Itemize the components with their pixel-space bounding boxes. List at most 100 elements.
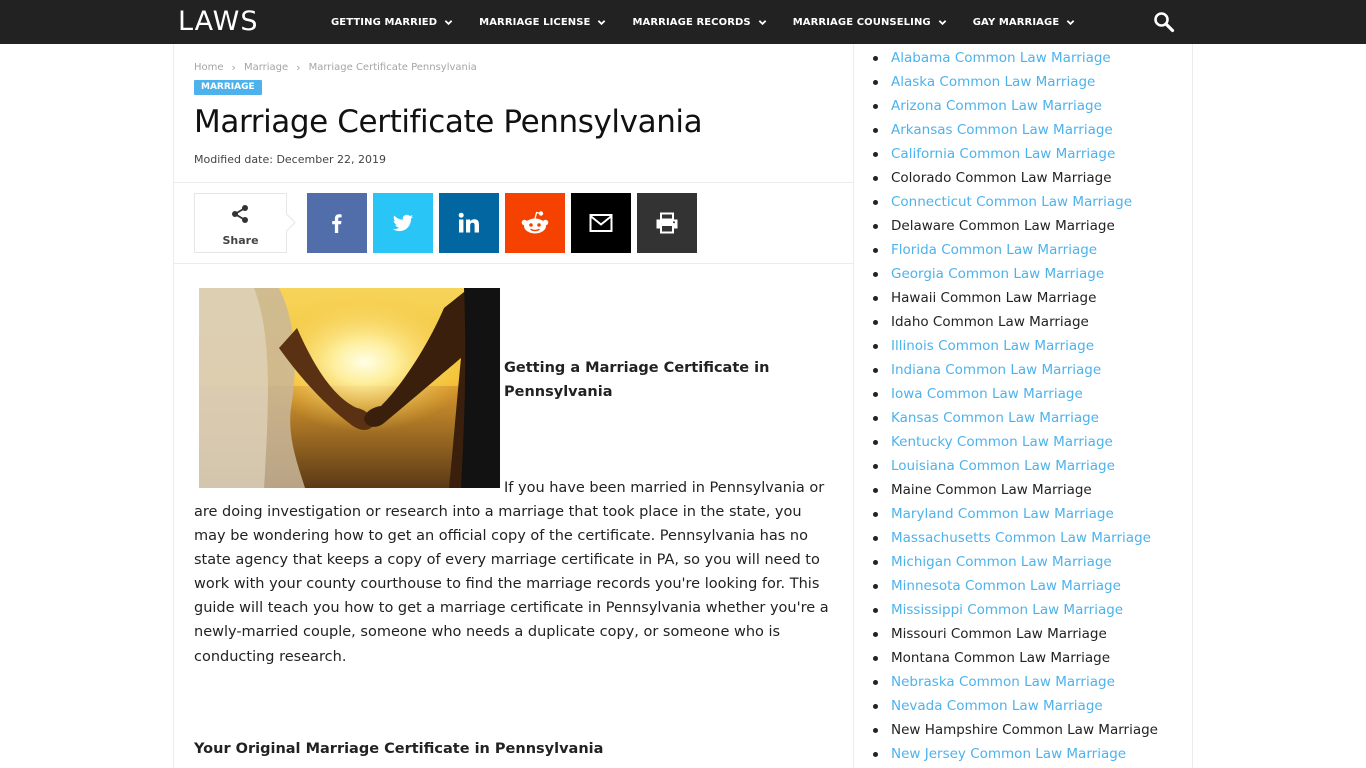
sidebar-state-item: Missouri Common Law Marriage	[872, 622, 1158, 646]
sidebar-state-item[interactable]: Iowa Common Law Marriage	[872, 382, 1158, 406]
nav-item-getting-married[interactable]: GETTING MARRIED	[331, 17, 453, 28]
share-label: Share	[222, 234, 259, 247]
facebook-share-button[interactable]	[307, 193, 367, 253]
breadcrumb-marriage[interactable]: Marriage	[244, 62, 288, 73]
bullet-icon	[873, 104, 878, 109]
state-label: Idaho Common Law Marriage	[891, 314, 1089, 330]
state-link[interactable]: Alabama Common Law Marriage	[891, 50, 1111, 66]
state-link[interactable]: Georgia Common Law Marriage	[891, 266, 1104, 282]
sidebar-state-item: New Hampshire Common Law Marriage	[872, 718, 1158, 742]
state-link[interactable]: Illinois Common Law Marriage	[891, 338, 1094, 354]
chevron-down-icon	[938, 19, 947, 25]
sidebar-state-item[interactable]: Minnesota Common Law Marriage	[872, 574, 1158, 598]
sidebar-state-item[interactable]: Michigan Common Law Marriage	[872, 550, 1158, 574]
state-link[interactable]: Louisiana Common Law Marriage	[891, 458, 1115, 474]
state-link[interactable]: Maryland Common Law Marriage	[891, 506, 1114, 522]
state-link[interactable]: Mississippi Common Law Marriage	[891, 602, 1123, 618]
sidebar-state-item[interactable]: New Jersey Common Law Marriage	[872, 742, 1158, 766]
bullet-icon	[873, 56, 878, 61]
sidebar-state-item[interactable]: Illinois Common Law Marriage	[872, 334, 1158, 358]
sidebar-state-item[interactable]: Georgia Common Law Marriage	[872, 262, 1158, 286]
sidebar-state-item[interactable]: Alaska Common Law Marriage	[872, 70, 1158, 94]
sidebar-state-item[interactable]: Nevada Common Law Marriage	[872, 694, 1158, 718]
state-label: Missouri Common Law Marriage	[891, 626, 1107, 642]
sidebar-state-item[interactable]: Florida Common Law Marriage	[872, 238, 1158, 262]
reddit-share-button[interactable]	[505, 193, 565, 253]
facebook-icon	[332, 214, 342, 233]
printer-icon	[656, 212, 678, 234]
category-badge[interactable]: MARRIAGE	[194, 80, 262, 95]
state-link[interactable]: Arizona Common Law Marriage	[891, 98, 1102, 114]
sidebar-state-item[interactable]: Kansas Common Law Marriage	[872, 406, 1158, 430]
bullet-icon	[873, 152, 878, 157]
state-label: Delaware Common Law Marriage	[891, 218, 1115, 234]
sidebar-state-item[interactable]: Indiana Common Law Marriage	[872, 358, 1158, 382]
site-logo[interactable]: LAWS	[178, 6, 259, 37]
search-icon[interactable]	[1153, 11, 1175, 33]
nav-item-marriage-counseling[interactable]: MARRIAGE COUNSELING	[793, 17, 947, 28]
sidebar-state-item[interactable]: Massachusetts Common Law Marriage	[872, 526, 1158, 550]
bullet-icon	[873, 416, 878, 421]
bullet-icon	[873, 584, 878, 589]
sidebar-state-item[interactable]: Kentucky Common Law Marriage	[872, 430, 1158, 454]
chevron-down-icon	[598, 19, 606, 25]
state-label: New Hampshire Common Law Marriage	[891, 722, 1158, 738]
article-intro-first-line: If you have been married in Pennsylvania…	[504, 480, 825, 496]
state-link[interactable]: Michigan Common Law Marriage	[891, 554, 1112, 570]
linkedin-share-button[interactable]	[439, 193, 499, 253]
state-link[interactable]: Nevada Common Law Marriage	[891, 698, 1103, 714]
section-heading: Your Original Marriage Certificate in Pe…	[194, 741, 604, 757]
bullet-icon	[873, 680, 878, 685]
state-link[interactable]: Iowa Common Law Marriage	[891, 386, 1083, 402]
sidebar-state-item[interactable]: Maryland Common Law Marriage	[872, 502, 1158, 526]
twitter-share-button[interactable]	[373, 193, 433, 253]
state-link[interactable]: Minnesota Common Law Marriage	[891, 578, 1121, 594]
nav-item-label: MARRIAGE LICENSE	[479, 16, 591, 28]
state-link[interactable]: Kentucky Common Law Marriage	[891, 434, 1113, 450]
bullet-icon	[873, 224, 878, 229]
share-icon	[232, 205, 248, 223]
bullet-icon	[873, 128, 878, 133]
sidebar: Alabama Common Law Marriage Alaska Common…	[854, 44, 1193, 768]
nav-item-marriage-license[interactable]: MARRIAGE LICENSE	[479, 17, 606, 28]
state-link[interactable]: New Jersey Common Law Marriage	[891, 746, 1126, 762]
breadcrumb-current: Marriage Certificate Pennsylvania	[308, 62, 477, 73]
state-link[interactable]: Arkansas Common Law Marriage	[891, 122, 1113, 138]
sidebar-state-item[interactable]: Arkansas Common Law Marriage	[872, 118, 1158, 142]
sidebar-state-item[interactable]: California Common Law Marriage	[872, 142, 1158, 166]
state-label: Montana Common Law Marriage	[891, 650, 1111, 666]
sidebar-state-item[interactable]: Connecticut Common Law Marriage	[872, 190, 1158, 214]
bullet-icon	[873, 608, 878, 613]
state-link[interactable]: Massachusetts Common Law Marriage	[891, 530, 1151, 546]
bullet-icon	[873, 176, 878, 181]
state-link[interactable]: California Common Law Marriage	[891, 146, 1115, 162]
state-label: Hawaii Common Law Marriage	[891, 290, 1097, 306]
sidebar-state-item[interactable]: Nebraska Common Law Marriage	[872, 670, 1158, 694]
print-share-button[interactable]	[637, 193, 697, 253]
sidebar-state-item[interactable]: Alabama Common Law Marriage	[872, 46, 1158, 70]
breadcrumb-home[interactable]: Home	[194, 62, 224, 73]
sidebar-state-item[interactable]: Arizona Common Law Marriage	[872, 94, 1158, 118]
state-link[interactable]: Connecticut Common Law Marriage	[891, 194, 1132, 210]
nav-item-marriage-records[interactable]: MARRIAGE RECORDS	[632, 17, 767, 28]
nav-item-gay-marriage[interactable]: GAY MARRIAGE	[973, 17, 1076, 28]
email-share-button[interactable]	[571, 193, 631, 253]
sidebar-state-item: Maine Common Law Marriage	[872, 478, 1158, 502]
state-link[interactable]: Nebraska Common Law Marriage	[891, 674, 1115, 690]
state-link[interactable]: Florida Common Law Marriage	[891, 242, 1097, 258]
sidebar-state-item[interactable]: Mississippi Common Law Marriage	[872, 598, 1158, 622]
bullet-icon	[873, 440, 878, 445]
state-link[interactable]: Kansas Common Law Marriage	[891, 410, 1099, 426]
chevron-down-icon	[758, 19, 767, 25]
bullet-icon	[873, 368, 878, 373]
state-link[interactable]: Alaska Common Law Marriage	[891, 74, 1095, 90]
share-button[interactable]: Share	[194, 193, 287, 253]
article-column: Home › Marriage › Marriage Certificate P…	[173, 44, 854, 768]
state-link[interactable]: Indiana Common Law Marriage	[891, 362, 1101, 378]
breadcrumb: Home › Marriage › Marriage Certificate P…	[194, 61, 477, 74]
sidebar-state-item[interactable]: Louisiana Common Law Marriage	[872, 454, 1158, 478]
state-link-list: Alabama Common Law Marriage Alaska Common…	[872, 46, 1158, 766]
bullet-icon	[873, 80, 878, 85]
top-navigation-bar: LAWS GETTING MARRIED MARRIAGE LICENSE MA…	[0, 0, 1366, 44]
bullet-icon	[873, 464, 878, 469]
